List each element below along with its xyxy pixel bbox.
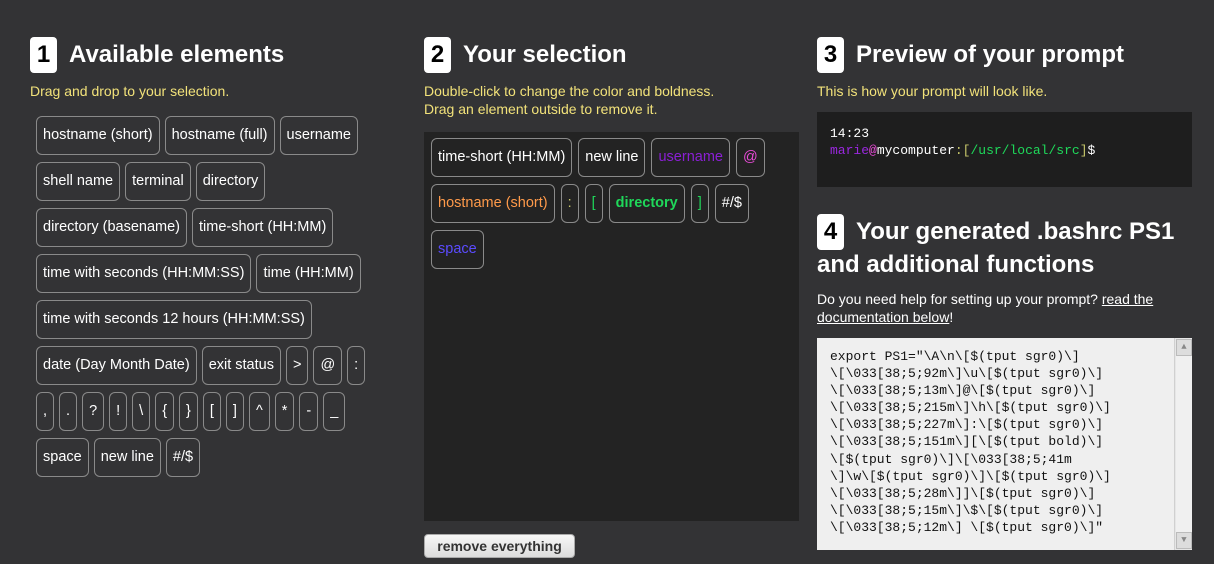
element-token[interactable]: , [36,392,55,431]
code-line: \[\033[38;5;28m\]]\[$(tput sgr0)\] [830,485,1096,501]
code-lines: export PS1="\A\n\[$(tput sgr0)\] \[\033[3… [830,348,1172,536]
selection-heading: 2 Your selection [424,36,800,74]
element-token[interactable]: directory (basename) [36,208,187,247]
element-token[interactable]: ^ [248,392,270,431]
remove-everything-button[interactable]: remove everything [424,534,575,558]
preview-heading: 3 Preview of your prompt [817,36,1193,74]
help-text: Do you need help for setting up your pro… [817,290,1193,326]
section-title-line-2: and additional functions [817,251,1095,278]
selection-dropzone[interactable]: time-short (HH:MM) new line username @ hostn… [424,132,799,521]
step-number: 2 [424,37,451,73]
preview-time: 14:23 [830,126,870,141]
code-line: \[\033[38;5;12m\] \[$(tput sgr0)\]" [830,519,1104,535]
section-title: Preview of your prompt [856,41,1125,68]
scroll-up-arrow-icon[interactable]: ▲ [1176,339,1192,356]
element-token[interactable]: terminal [125,162,191,201]
step-number: 3 [817,37,844,73]
element-token[interactable]: } [179,392,198,431]
element-token[interactable]: : [347,346,366,385]
element-token[interactable]: time with seconds (HH:MM:SS) [36,254,252,293]
title-line-1: Your generated .bashrc PS1 [856,218,1175,245]
preview-bracket-close: ] [1079,143,1088,158]
selected-token[interactable]: time-short (HH:MM) [431,138,573,177]
selected-token[interactable]: @ [735,138,765,177]
selected-token[interactable]: username [651,138,730,177]
code-line: \[$(tput sgr0)\]\[\033[38;5;41m [830,451,1072,467]
scroll-down-arrow-icon[interactable]: ▼ [1176,532,1192,549]
preview-at: @ [869,143,877,158]
selection-section: 2 Your selection Double-click to change … [424,0,800,558]
selected-token[interactable]: hostname (short) [431,184,555,223]
element-token[interactable]: time (HH:MM) [256,254,361,293]
selected-token[interactable]: #/$ [714,184,749,223]
code-line: \[\033[38;5;151m\][\[$(tput bold)\] [830,434,1104,450]
selected-token[interactable]: ] [690,184,709,223]
selected-token[interactable]: directory [608,184,685,223]
code-scrollbar[interactable]: ▲ ▼ [1174,338,1192,550]
section-title: Your generated .bashrc PS1 [856,217,1174,247]
selected-token[interactable]: [ [584,184,603,223]
code-line: \[\033[38;5;13m\]@\[$(tput sgr0)\] [830,383,1096,399]
section-hint: This is how your prompt will look like. [817,83,1048,99]
element-token[interactable]: date (Day Month Date) [36,346,197,385]
element-token[interactable]: time-short (HH:MM) [192,208,334,247]
selected-token[interactable]: new line [578,138,646,177]
code-line: \[\033[38;5;227m\]:\[$(tput sgr0)\] [830,417,1104,433]
help-suffix: ! [949,309,954,325]
section-hint: Drag and drop to your selection. [30,83,230,99]
preview-prompt-line: marie@mycomputer:[/usr/local/src]$ [830,142,1179,159]
element-token[interactable]: directory [195,162,266,201]
element-token[interactable]: shell name [36,162,121,201]
element-token[interactable]: ! [109,392,128,431]
step-number: 1 [30,37,57,73]
bashrc-heading: 4 Your generated .bashrc PS1 [817,214,1193,250]
preview-dir: /usr/local/src [970,143,1080,158]
preview-dollar: $ [1087,143,1096,158]
element-token[interactable]: hostname (short) [36,116,160,155]
element-token[interactable]: ? [82,392,105,431]
element-palette: hostname (short) hostname (full) username s… [36,116,376,484]
code-line: \]\w\[$(tput sgr0)\]\[$(tput sgr0)\] [830,468,1111,484]
section-title: Your selection [463,41,627,68]
element-token[interactable]: [ [202,392,221,431]
section-title: Available elements [69,41,285,68]
element-token[interactable]: ] [225,392,244,431]
element-token[interactable]: . [59,392,78,431]
element-token[interactable]: { [155,392,175,431]
element-token[interactable]: time with seconds 12 hours (HH:MM:SS) [36,300,312,339]
code-line: export PS1="\A\n\[$(tput sgr0)\] [830,349,1080,364]
preview-colon: : [954,143,963,158]
element-token[interactable]: #/$ [165,438,201,477]
preview-host: mycomputer [876,143,955,158]
code-line: \[\033[38;5;15m\]\$\[$(tput sgr0)\] [830,502,1104,518]
element-token[interactable]: space [36,438,89,477]
element-token[interactable]: username [279,116,358,155]
element-token[interactable]: hostname (full) [164,116,275,155]
element-token[interactable]: - [299,392,319,431]
available-elements-section: 1 Available elements Drag and drop to yo… [30,0,390,484]
prompt-preview: 14:23 marie@mycomputer:[/usr/local/src]$ [817,112,1192,187]
hint-line: Double-click to change the color and bol… [424,83,715,99]
section-hint: Double-click to change the color and bol… [424,82,800,118]
scroll-track[interactable] [1176,356,1192,532]
element-token[interactable]: \ [132,392,151,431]
element-token[interactable]: _ [323,392,346,431]
preview-section: 3 Preview of your prompt This is how you… [817,0,1193,550]
element-token[interactable]: * [274,392,295,431]
code-line: \[\033[38;5;92m\]\u\[$(tput sgr0)\] [830,366,1104,382]
preview-user: marie [830,143,870,158]
selected-token[interactable]: : [560,184,579,223]
element-token[interactable]: > [285,346,309,385]
element-token[interactable]: @ [313,346,343,385]
element-token[interactable]: exit status [201,346,281,385]
help-prefix: Do you need help for setting up your pro… [817,291,1098,307]
element-token[interactable]: new line [93,438,161,477]
step-number: 4 [817,214,844,250]
available-elements-heading: 1 Available elements [30,36,390,74]
generated-ps1-code[interactable]: export PS1="\A\n\[$(tput sgr0)\] \[\033[3… [817,338,1192,550]
code-line: \[\033[38;5;215m\]\h\[$(tput sgr0)\] [830,400,1111,416]
selected-token[interactable]: space [431,230,484,269]
hint-line: Drag an element outside to remove it. [424,101,658,117]
